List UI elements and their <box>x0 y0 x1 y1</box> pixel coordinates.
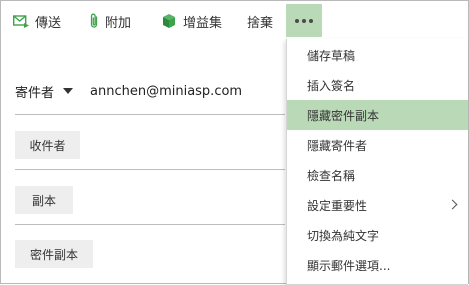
menu-item-switch-plain-text[interactable]: 切換為純文字 <box>287 220 468 250</box>
addins-label: 增益集 <box>183 15 223 31</box>
discard-button[interactable]: 捨棄 <box>247 1 273 41</box>
divider <box>15 114 285 115</box>
sender-email: annchen@miniasp.com <box>90 84 243 99</box>
send-label: 傳送 <box>35 15 62 31</box>
sender-dropdown[interactable]: 寄件者 <box>15 82 74 101</box>
to-button-label: 收件者 <box>29 138 66 153</box>
menu-item-insert-signature[interactable]: 插入簽名 <box>287 70 468 100</box>
more-options-menu: 儲存草稿 插入簽名 隱藏密件副本 隱藏寄件者 檢查名稱 設定重要性 切換為純文字… <box>286 39 468 285</box>
addins-button[interactable]: 增益集 <box>161 1 222 41</box>
menu-item-label: 檢查名稱 <box>307 168 356 183</box>
divider <box>15 224 285 225</box>
menu-item-label: 設定重要性 <box>307 198 368 213</box>
more-options-button[interactable] <box>286 4 322 37</box>
compose-window: 傳送 附加 增益集 捨棄 寄件者 annchen@miniasp.com 收件者… <box>0 0 469 285</box>
to-button[interactable]: 收件者 <box>15 131 80 159</box>
toolbar: 傳送 附加 增益集 捨棄 <box>1 1 468 41</box>
send-button[interactable]: 傳送 <box>13 1 61 41</box>
bcc-button-label: 密件副本 <box>29 247 78 262</box>
menu-item-check-names[interactable]: 檢查名稱 <box>287 160 468 190</box>
addins-cube-icon <box>161 13 177 29</box>
menu-item-set-importance[interactable]: 設定重要性 <box>287 190 468 220</box>
menu-item-label: 儲存草稿 <box>307 48 356 63</box>
attach-button[interactable]: 附加 <box>89 1 131 41</box>
menu-item-message-options[interactable]: 顯示郵件選項... <box>287 250 468 280</box>
menu-item-label: 顯示郵件選項... <box>307 258 391 273</box>
bcc-button[interactable]: 密件副本 <box>15 240 93 268</box>
sender-row: 寄件者 <box>15 79 74 103</box>
attach-label: 附加 <box>105 15 132 31</box>
more-dots-icon <box>295 18 313 23</box>
menu-item-label: 隱藏寄件者 <box>307 138 368 153</box>
chevron-right-icon <box>447 199 458 210</box>
divider <box>15 169 285 170</box>
menu-item-label: 插入簽名 <box>307 78 356 93</box>
chevron-down-icon <box>63 88 74 94</box>
menu-item-label: 切換為純文字 <box>307 228 380 243</box>
send-mail-icon <box>13 14 29 28</box>
cc-button[interactable]: 副本 <box>15 186 73 214</box>
discard-label: 捨棄 <box>247 15 274 31</box>
cc-button-label: 副本 <box>31 193 56 208</box>
menu-item-hide-from[interactable]: 隱藏寄件者 <box>287 130 468 160</box>
menu-item-hide-bcc[interactable]: 隱藏密件副本 <box>287 100 468 130</box>
menu-item-save-draft[interactable]: 儲存草稿 <box>287 40 468 70</box>
sender-label: 寄件者 <box>15 85 55 101</box>
paperclip-icon <box>89 13 99 29</box>
menu-item-label: 隱藏密件副本 <box>307 108 380 123</box>
